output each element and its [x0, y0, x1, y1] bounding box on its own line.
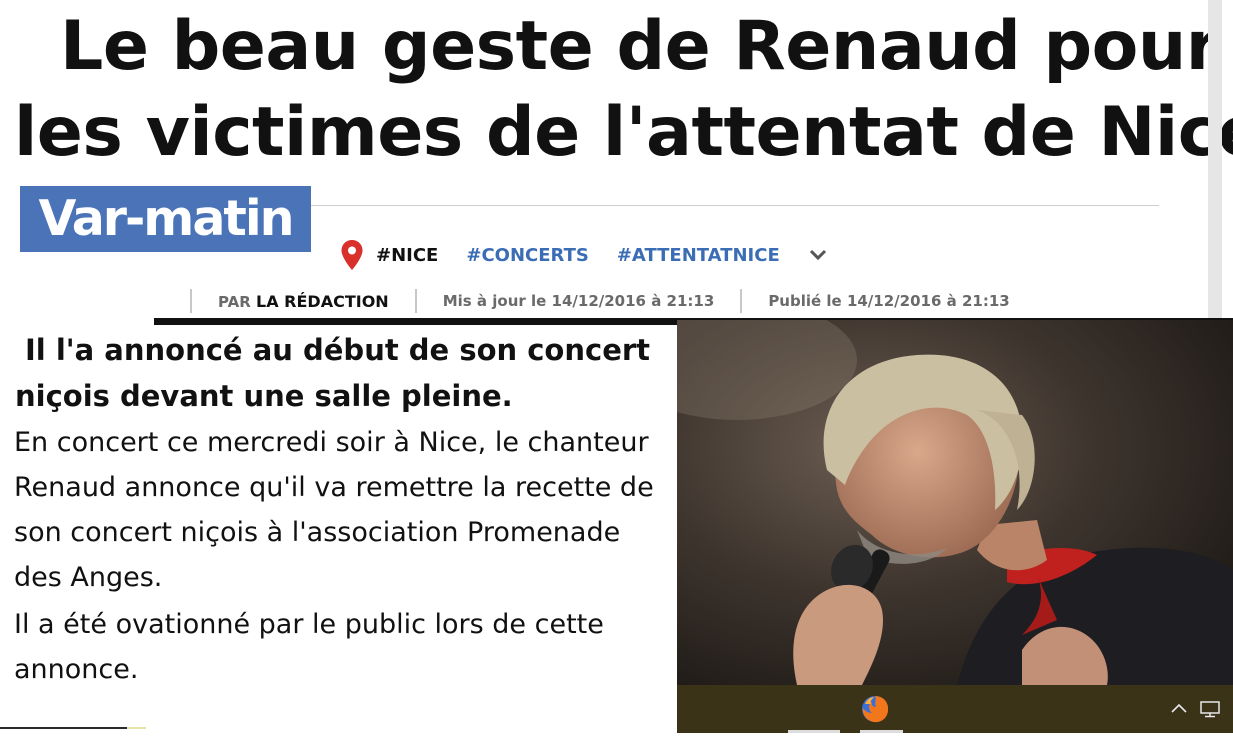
- tag-concerts[interactable]: #CONCERTS: [466, 245, 588, 266]
- taskbar: [677, 685, 1233, 733]
- article-lead-line-2: niçois devant une salle pleine.: [15, 379, 513, 413]
- tag-attentatnice[interactable]: #ATTENTATNICE: [617, 245, 780, 266]
- taskbar-item-indicator: [788, 730, 840, 733]
- chevron-up-icon[interactable]: [1170, 702, 1188, 714]
- singer-photo-illustration: [677, 320, 1233, 685]
- article-lead-line-1: Il l'a annoncé au début de son concert: [25, 333, 651, 367]
- byline-author[interactable]: LA RÉDACTION: [256, 292, 389, 311]
- tag-bar: #NICE #CONCERTS #ATTENTATNICE: [340, 238, 828, 272]
- article-title-line-2: les victimes de l'attentat de Nice: [14, 93, 1233, 172]
- article-title-line-1: Le beau geste de Renaud pour: [60, 7, 1219, 86]
- bottom-line-light: [127, 727, 146, 729]
- article-paragraph: En concert ce mercredi soir à Nice, le c…: [14, 427, 654, 593]
- byline-published: Publié le 14/12/2016 à 21:13: [768, 292, 1010, 310]
- tag-nice[interactable]: #NICE: [376, 245, 438, 266]
- article-paragraph: Il a été ovationné par le public lors de…: [14, 609, 604, 685]
- map-pin-icon: [341, 240, 363, 270]
- monitor-icon[interactable]: [1199, 700, 1221, 718]
- article-body: En concert ce mercredi soir à Nice, le c…: [14, 420, 674, 694]
- scrollbar-track[interactable]: [1208, 0, 1222, 320]
- bottom-line-dark: [0, 727, 127, 729]
- taskbar-item-indicator: [860, 730, 903, 733]
- chevron-down-icon[interactable]: [808, 248, 828, 262]
- firefox-icon[interactable]: [860, 694, 890, 724]
- byline-author-block: PAR LA RÉDACTION: [192, 292, 415, 311]
- byline-updated: Mis à jour le 14/12/2016 à 21:13: [442, 292, 715, 310]
- article-lead: Il l'a annoncé au début de son concert n…: [15, 327, 665, 419]
- bottom-edge-lines: [0, 727, 146, 730]
- var-matin-logo[interactable]: Var-matin: [20, 186, 311, 252]
- article-title: Le beau geste de Renaud pour les victime…: [14, 4, 1233, 176]
- byline: PAR LA RÉDACTION Mis à jour le 14/12/201…: [190, 288, 1036, 314]
- article-photo: [677, 320, 1233, 685]
- byline-par-label: PAR: [218, 292, 251, 311]
